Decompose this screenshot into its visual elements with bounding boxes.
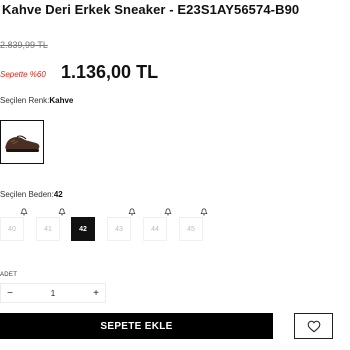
quantity-value[interactable]: 1 — [19, 289, 87, 298]
selected-size: Seçilen Beden:42 — [0, 190, 63, 199]
notify-bell-icon[interactable] — [163, 207, 173, 217]
discount-label: Sepette %60 — [0, 70, 46, 79]
size-option-43[interactable]: 43 — [107, 217, 131, 241]
notify-bell-icon[interactable] — [199, 207, 209, 217]
old-price: 2.839,99 TL — [0, 40, 48, 50]
size-option-40[interactable]: 40 — [0, 217, 24, 241]
quantity-decrease-button[interactable]: − — [1, 284, 19, 302]
size-options: 40 41 42 43 44 45 — [0, 207, 350, 243]
current-price: 1.136,00 TL — [61, 62, 159, 82]
add-to-cart-button[interactable]: SEPETE EKLE — [0, 313, 273, 339]
size-option-45[interactable]: 45 — [179, 217, 203, 241]
size-option-42[interactable]: 42 — [71, 217, 95, 241]
selected-size-label: Seçilen Beden: — [0, 190, 54, 199]
shoe-thumbnail-icon — [5, 135, 40, 152]
size-option-41[interactable]: 41 — [36, 217, 60, 241]
notify-bell-icon[interactable] — [57, 207, 67, 217]
selected-color: Seçilen Renk:Kahve — [0, 96, 73, 105]
heart-icon — [307, 320, 320, 332]
favorite-button[interactable] — [294, 313, 333, 339]
selected-color-value: Kahve — [49, 96, 74, 105]
selected-color-label: Seçilen Renk: — [0, 96, 50, 105]
quantity-stepper: − 1 + — [0, 283, 106, 303]
notify-bell-icon[interactable] — [19, 207, 29, 217]
selected-size-value: 42 — [53, 190, 63, 199]
size-option-44[interactable]: 44 — [143, 217, 167, 241]
product-title: Kahve Deri Erkek Sneaker - E23S1AY56574-… — [2, 2, 300, 17]
notify-bell-icon[interactable] — [127, 207, 137, 217]
quantity-increase-button[interactable]: + — [87, 284, 105, 302]
color-swatch-kahve[interactable] — [0, 120, 44, 164]
quantity-label: ADET — [0, 272, 18, 278]
